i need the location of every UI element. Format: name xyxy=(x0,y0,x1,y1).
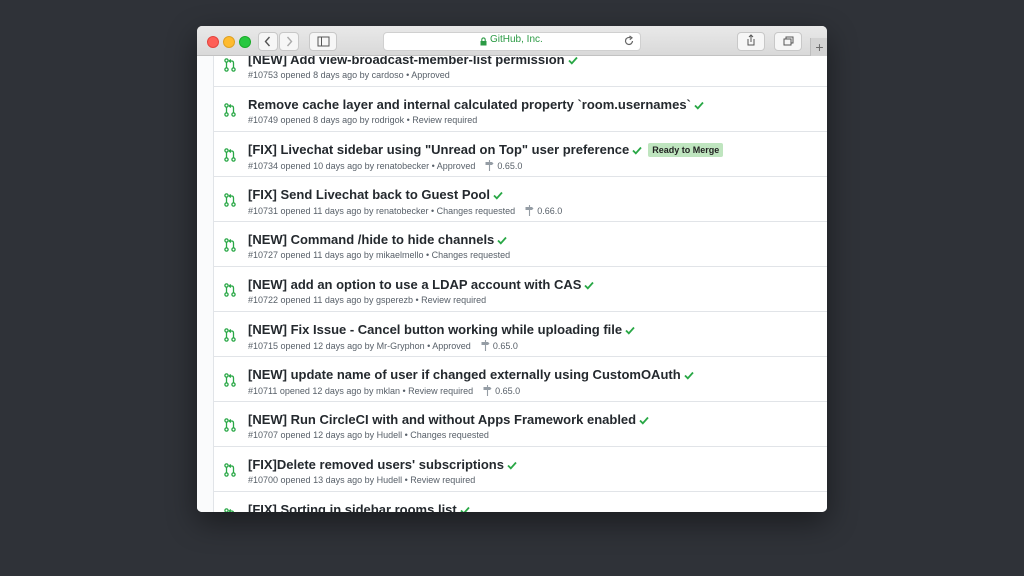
pull-request-title[interactable]: [FIX] Livechat sidebar using "Unread on … xyxy=(248,142,629,157)
label-badge[interactable]: Ready to Merge xyxy=(648,143,724,157)
pull-request-row[interactable]: [FIX] Livechat sidebar using "Unread on … xyxy=(213,132,827,177)
reload-icon[interactable] xyxy=(623,35,635,47)
pull-request-meta: #10722 opened 11 days ago by gsperezb • … xyxy=(248,295,487,305)
milestone-label: 0.65.0 xyxy=(492,341,518,351)
share-button[interactable] xyxy=(737,32,765,51)
chevron-left-icon xyxy=(264,36,271,47)
pull-request-title[interactable]: [NEW] add an option to use a LDAP accoun… xyxy=(248,277,581,292)
pull-request-row[interactable]: Remove cache layer and internal calculat… xyxy=(213,87,827,132)
check-icon[interactable] xyxy=(639,416,649,425)
milestone-icon xyxy=(485,160,494,171)
pull-request-icon xyxy=(224,463,236,477)
pull-request-meta: #10753 opened 8 days ago by cardoso • Ap… xyxy=(248,70,450,80)
address-text: GitHub, Inc. xyxy=(490,34,543,45)
pull-request-title[interactable]: [NEW] Add view-broadcast-member-list per… xyxy=(248,56,565,67)
pull-request-icon xyxy=(224,58,236,72)
back-button[interactable] xyxy=(258,32,278,51)
sidebar-toggle-button[interactable] xyxy=(309,32,337,51)
page-gutter xyxy=(197,56,214,512)
pull-request-title[interactable]: [NEW] update name of user if changed ext… xyxy=(248,367,681,382)
milestone-link[interactable]: 0.65.0 xyxy=(485,160,523,171)
check-icon[interactable] xyxy=(694,101,704,110)
pull-request-title[interactable]: [FIX] Send Livechat back to Guest Pool xyxy=(248,187,490,202)
pull-request-title[interactable]: [FIX] Sorting in sidebar rooms list xyxy=(248,502,457,512)
pull-request-row[interactable]: [NEW] Fix Issue - Cancel button working … xyxy=(213,312,827,357)
pull-request-title[interactable]: [NEW] Run CircleCI with and without Apps… xyxy=(248,412,636,427)
pull-request-row[interactable]: [NEW] Command /hide to hide channels #10… xyxy=(213,222,827,267)
pull-request-title[interactable]: [NEW] Fix Issue - Cancel button working … xyxy=(248,322,622,337)
pull-request-meta: #10715 opened 12 days ago by Mr-Gryphon … xyxy=(248,341,471,351)
check-icon[interactable] xyxy=(493,191,503,200)
sidebar-icon xyxy=(317,36,330,47)
page-content: [NEW] Add view-broadcast-member-list per… xyxy=(197,56,827,512)
pull-request-icon xyxy=(224,328,236,342)
milestone-link[interactable]: 0.65.0 xyxy=(481,340,518,351)
zoom-window-button[interactable] xyxy=(239,36,251,48)
tabs-icon xyxy=(783,36,794,46)
milestone-link[interactable]: 0.66.0 xyxy=(525,205,563,216)
check-icon[interactable] xyxy=(507,461,517,470)
minimize-window-button[interactable] xyxy=(223,36,235,48)
pull-request-icon xyxy=(224,508,235,512)
pull-request-icon xyxy=(224,373,236,387)
check-icon[interactable] xyxy=(568,56,578,65)
check-icon[interactable] xyxy=(632,146,642,155)
pull-request-meta: #10734 opened 10 days ago by renatobecke… xyxy=(248,161,476,171)
pull-request-title[interactable]: [NEW] Command /hide to hide channels xyxy=(248,232,494,247)
check-icon[interactable] xyxy=(497,236,507,245)
pull-request-title[interactable]: Remove cache layer and internal calculat… xyxy=(248,97,691,112)
pull-request-meta: #10711 opened 12 days ago by mklan • Rev… xyxy=(248,386,474,396)
chevron-right-icon xyxy=(286,36,293,47)
pull-request-meta: #10731 opened 11 days ago by renatobecke… xyxy=(248,206,516,216)
pull-request-list: [NEW] Add view-broadcast-member-list per… xyxy=(213,56,827,512)
forward-button[interactable] xyxy=(279,32,299,51)
pull-request-row[interactable]: [NEW] add an option to use a LDAP accoun… xyxy=(213,267,827,312)
pull-request-icon xyxy=(224,193,236,207)
check-icon[interactable] xyxy=(684,371,694,380)
milestone-icon xyxy=(483,385,492,396)
pull-request-row[interactable]: [FIX] Sorting in sidebar rooms list xyxy=(213,492,827,512)
check-icon[interactable] xyxy=(460,506,470,512)
pull-request-meta: #10707 opened 12 days ago by Hudell • Ch… xyxy=(248,430,489,440)
milestone-icon xyxy=(481,340,490,351)
milestone-label: 0.65.0 xyxy=(497,161,523,171)
milestone-label: 0.65.0 xyxy=(495,386,521,396)
pull-request-row[interactable]: [FIX] Send Livechat back to Guest Pool #… xyxy=(213,177,827,222)
pull-request-title[interactable]: [FIX]Delete removed users' subscriptions xyxy=(248,457,504,472)
milestone-label: 0.66.0 xyxy=(537,206,563,216)
close-window-button[interactable] xyxy=(207,36,219,48)
pull-request-meta: #10700 opened 13 days ago by Hudell • Re… xyxy=(248,475,476,485)
check-icon[interactable] xyxy=(584,281,595,290)
address-bar[interactable]: GitHub, Inc. xyxy=(383,32,641,51)
browser-window: GitHub, Inc. + [NEW] Add view-broadcast-… xyxy=(197,26,827,512)
pull-request-meta: #10727 opened 11 days ago by mikaelmello… xyxy=(248,250,511,260)
pull-request-row[interactable]: [NEW] Run CircleCI with and without Apps… xyxy=(213,402,827,447)
lock-icon xyxy=(480,37,487,46)
pull-request-icon xyxy=(224,418,236,432)
pull-request-icon xyxy=(224,103,236,117)
pull-request-icon xyxy=(224,283,236,297)
tabs-overview-button[interactable] xyxy=(774,32,802,51)
milestone-icon xyxy=(525,205,534,216)
check-icon[interactable] xyxy=(625,326,635,335)
browser-toolbar: GitHub, Inc. + xyxy=(197,26,827,56)
milestone-link[interactable]: 0.65.0 xyxy=(483,385,521,396)
pull-request-row[interactable]: [NEW] update name of user if changed ext… xyxy=(213,357,827,402)
pull-request-meta: #10749 opened 8 days ago by rodrigok • R… xyxy=(248,115,478,125)
share-icon xyxy=(747,34,755,46)
new-tab-button[interactable]: + xyxy=(810,38,827,56)
pull-request-icon xyxy=(224,238,236,252)
pull-request-row[interactable]: [NEW] Add view-broadcast-member-list per… xyxy=(213,56,827,87)
pull-request-icon xyxy=(224,148,236,162)
pull-request-row[interactable]: [FIX]Delete removed users' subscriptions… xyxy=(213,447,827,492)
